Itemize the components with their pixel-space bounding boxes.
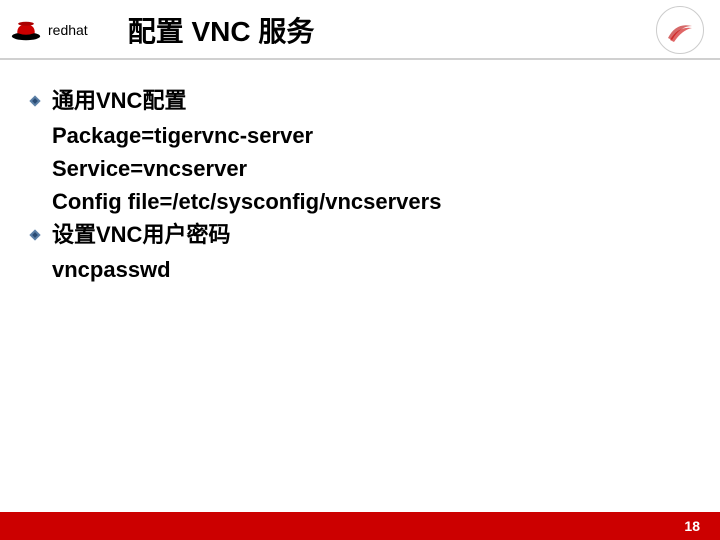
- bullet-item: 设置VNC用户密码: [28, 218, 700, 251]
- page-number: 18: [684, 518, 700, 534]
- swoosh-icon: [662, 12, 698, 48]
- sub-line: Config file=/etc/sysconfig/vncservers: [28, 185, 700, 218]
- sub-line: Package=tigervnc-server: [28, 119, 700, 152]
- slide-title: 配置 VNC 服务: [128, 10, 315, 50]
- sub-line: Service=vncserver: [28, 152, 700, 185]
- bullet-heading: 通用VNC配置: [52, 84, 186, 117]
- redhat-brand-text: redhat: [48, 22, 88, 38]
- bullet-item: 通用VNC配置: [28, 84, 700, 117]
- sub-line: vncpasswd: [28, 253, 700, 286]
- slide-header: redhat 配置 VNC 服务: [0, 0, 720, 60]
- bullet-heading: 设置VNC用户密码: [52, 218, 230, 251]
- diamond-bullet-icon: [28, 228, 42, 242]
- redhat-hat-icon: [10, 19, 42, 41]
- slide-footer: 18: [0, 512, 720, 540]
- slide-content: 通用VNC配置 Package=tigervnc-server Service=…: [0, 60, 720, 286]
- corner-logo: [656, 6, 704, 54]
- redhat-logo: redhat: [10, 19, 88, 41]
- diamond-bullet-icon: [28, 94, 42, 108]
